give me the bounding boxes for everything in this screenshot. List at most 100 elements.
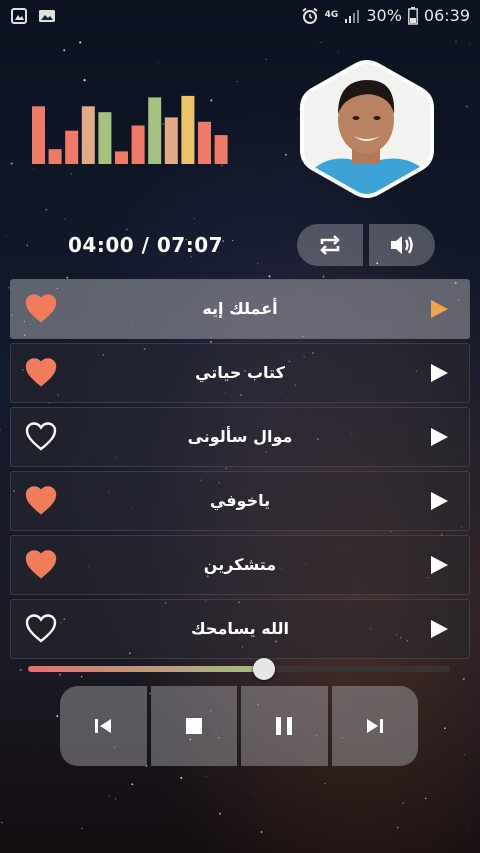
network-type: 4G [324, 10, 339, 20]
star [131, 783, 134, 786]
star [337, 51, 339, 53]
star [322, 275, 325, 278]
favorite-filled-icon[interactable] [25, 357, 57, 387]
equalizer-bar [81, 106, 95, 164]
star [56, 715, 59, 718]
star [0, 821, 3, 824]
star [190, 266, 192, 268]
stop-icon [185, 718, 202, 734]
repeat-icon [320, 235, 340, 255]
star [268, 275, 271, 278]
seek-progress [28, 666, 265, 672]
repeat-button[interactable] [297, 224, 363, 266]
star [260, 831, 263, 833]
star [80, 69, 82, 71]
playback-time: 04:00 / 07:07 [68, 233, 224, 257]
seek-handle[interactable] [253, 658, 276, 680]
previous-button[interactable] [60, 686, 147, 766]
equalizer-bar [148, 97, 162, 164]
track-title: الله يسامحك [191, 619, 289, 638]
star [6, 235, 7, 237]
star [158, 61, 160, 63]
track-title: أعملك إيه [202, 299, 278, 318]
star [114, 798, 116, 800]
alarm-icon [302, 7, 318, 24]
star [284, 153, 287, 156]
play-icon[interactable] [429, 491, 449, 511]
play-icon[interactable] [429, 619, 449, 639]
star [320, 41, 322, 43]
gallery-icon [11, 8, 27, 24]
track-title: كتاب حياتي [195, 363, 285, 382]
equalizer-bar [32, 106, 45, 164]
play-icon[interactable] [429, 427, 449, 447]
favorite-filled-icon[interactable] [25, 293, 57, 323]
battery-icon [407, 6, 418, 25]
track-row[interactable]: أعملك إيه [10, 279, 470, 339]
star [125, 228, 128, 231]
equalizer-bar [98, 112, 112, 164]
star [81, 827, 83, 830]
play-icon[interactable] [429, 363, 449, 383]
favorite-outline-icon[interactable] [25, 613, 57, 643]
play-icon[interactable] [429, 555, 449, 575]
equalizer-bar [214, 135, 228, 164]
track-title: متشكرين [203, 555, 277, 574]
equalizer-bar [115, 151, 128, 164]
track-row[interactable]: ياخوفي [10, 471, 470, 531]
star [36, 744, 38, 746]
star [313, 45, 315, 47]
star [455, 40, 457, 43]
track-title: ياخوفي [209, 491, 271, 510]
equalizer-visualizer [32, 95, 228, 164]
star [70, 173, 72, 175]
favorite-outline-icon[interactable] [25, 421, 57, 451]
favorite-filled-icon[interactable] [25, 485, 57, 515]
track-row[interactable]: موال سألونى [10, 407, 470, 467]
battery-percent: 30% [366, 6, 402, 25]
equalizer-bar [181, 95, 195, 164]
star [265, 58, 267, 60]
next-icon [366, 719, 383, 733]
star [83, 78, 86, 82]
equalizer-bar [65, 130, 79, 164]
transport-controls [60, 686, 418, 766]
equalizer-bar [131, 125, 145, 164]
clock: 06:39 [423, 6, 470, 25]
play-icon[interactable] [429, 299, 449, 319]
favorite-filled-icon[interactable] [25, 549, 57, 579]
signal-icon [345, 9, 360, 23]
pause-icon [276, 717, 293, 735]
star [253, 794, 254, 795]
star [402, 802, 404, 804]
star [205, 776, 207, 777]
playlist: أعملك إيه كتاب حياتي موال سألونى ياخوفي متشك… [10, 279, 470, 663]
star [468, 826, 470, 828]
star [218, 812, 222, 815]
star [64, 218, 67, 220]
star [236, 81, 238, 83]
track-row[interactable]: كتاب حياتي [10, 343, 470, 403]
image-icon [39, 10, 55, 22]
track-row[interactable]: متشكرين [10, 535, 470, 595]
stop-button[interactable] [150, 686, 237, 766]
star [180, 776, 183, 779]
next-button[interactable] [331, 686, 418, 766]
star [79, 41, 82, 44]
pause-button[interactable] [241, 686, 328, 766]
star [193, 217, 196, 220]
equalizer-bar [164, 117, 178, 164]
star [465, 105, 468, 108]
seek-bar[interactable] [28, 658, 450, 680]
star [396, 826, 399, 829]
track-row[interactable]: الله يسامحك [10, 599, 470, 659]
volume-button[interactable] [369, 224, 435, 266]
star [26, 244, 29, 247]
star [127, 804, 129, 806]
star [19, 668, 22, 672]
star [108, 795, 110, 797]
equalizer-bar [48, 149, 62, 164]
equalizer-bar [198, 121, 211, 164]
artist-avatar [300, 59, 434, 198]
star [0, 428, 1, 431]
